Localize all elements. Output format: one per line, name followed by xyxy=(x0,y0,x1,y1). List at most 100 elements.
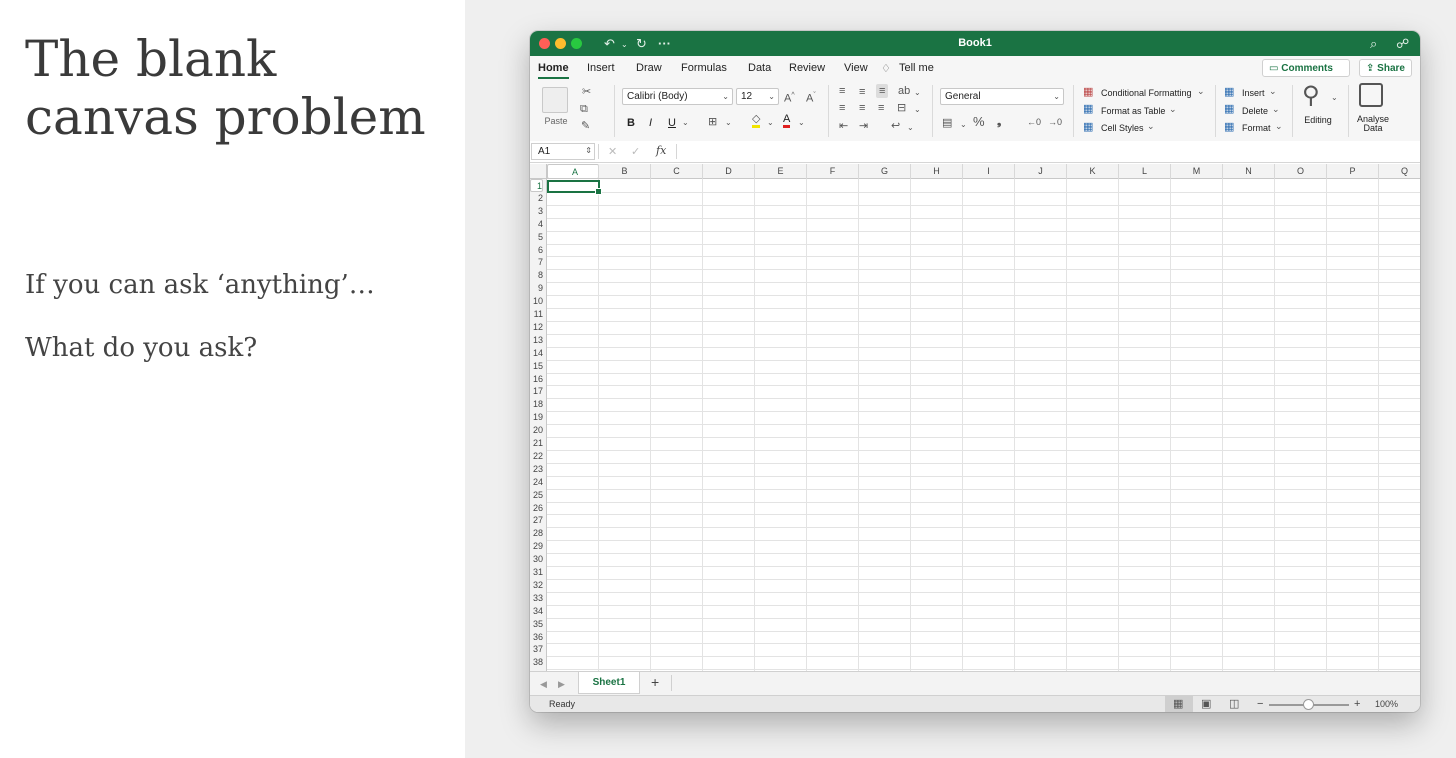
tab-formulas[interactable]: Formulas xyxy=(681,62,727,74)
column-header-h[interactable]: H xyxy=(911,164,963,179)
chevron-down-icon[interactable]: ⌄ xyxy=(1275,121,1283,132)
chevron-down-icon[interactable]: ⌄ xyxy=(1269,86,1277,97)
row-header-12[interactable]: 12 xyxy=(530,321,543,334)
next-sheet-icon[interactable]: ▶ xyxy=(558,677,565,691)
column-header-n[interactable]: N xyxy=(1223,164,1275,179)
row-header-7[interactable]: 7 xyxy=(530,256,543,269)
copy-icon[interactable]: ⧉ xyxy=(580,102,588,116)
column-header-j[interactable]: J xyxy=(1015,164,1067,179)
row-header-3[interactable]: 3 xyxy=(530,205,543,218)
page-layout-view-icon[interactable]: ▣ xyxy=(1201,697,1211,711)
row-header-33[interactable]: 33 xyxy=(530,592,543,605)
row-header-22[interactable]: 22 xyxy=(530,450,543,463)
row-header-14[interactable]: 14 xyxy=(530,347,543,360)
row-header-35[interactable]: 35 xyxy=(530,618,543,631)
row-header-31[interactable]: 31 xyxy=(530,566,543,579)
row-header-5[interactable]: 5 xyxy=(530,231,543,244)
row-header-2[interactable]: 2 xyxy=(530,192,543,205)
row-header-15[interactable]: 15 xyxy=(530,360,543,373)
borders-icon[interactable]: ⊞ xyxy=(708,115,717,129)
row-header-1[interactable]: 1 xyxy=(530,179,543,192)
row-header-34[interactable]: 34 xyxy=(530,605,543,618)
enter-icon[interactable]: ✓ xyxy=(631,145,640,159)
row-header-4[interactable]: 4 xyxy=(530,218,543,231)
column-header-m[interactable]: M xyxy=(1171,164,1223,179)
row-header-27[interactable]: 27 xyxy=(530,514,543,527)
format-as-table-button[interactable]: Format as Table xyxy=(1101,106,1165,116)
column-header-g[interactable]: G xyxy=(859,164,911,179)
cancel-icon[interactable]: ✕ xyxy=(608,145,617,159)
comma-style-button[interactable]: ❟ xyxy=(997,115,1001,129)
add-sheet-button[interactable]: + xyxy=(651,675,659,689)
chevron-down-icon[interactable]: ⌄ xyxy=(1272,104,1280,115)
conditional-formatting-button[interactable]: Conditional Formatting xyxy=(1101,88,1192,98)
font-size-dropdown[interactable]: 12 ⌄ xyxy=(736,88,779,105)
font-color-icon[interactable]: A xyxy=(783,113,791,128)
analyse-data-label[interactable]: Analyse Data xyxy=(1350,115,1396,133)
tab-review[interactable]: Review xyxy=(789,62,825,74)
align-center-icon[interactable]: ≡ xyxy=(859,101,865,115)
share-button[interactable]: ⇪ Share xyxy=(1359,59,1412,77)
increase-font-size-icon[interactable]: A^ xyxy=(784,89,795,106)
zoom-out-button[interactable]: − xyxy=(1257,698,1263,710)
orientation-icon[interactable]: ab xyxy=(898,84,910,98)
row-header-25[interactable]: 25 xyxy=(530,489,543,502)
zoom-level[interactable]: 100% xyxy=(1375,699,1398,709)
row-header-26[interactable]: 26 xyxy=(530,502,543,515)
column-header-p[interactable]: P xyxy=(1327,164,1379,179)
delete-cells-button[interactable]: Delete xyxy=(1242,106,1268,116)
chevron-down-icon[interactable]: ⌄ xyxy=(725,116,732,130)
row-header-29[interactable]: 29 xyxy=(530,540,543,553)
row-header-32[interactable]: 32 xyxy=(530,579,543,592)
decrease-font-size-icon[interactable]: Aˇ xyxy=(806,89,816,106)
column-header-d[interactable]: D xyxy=(703,164,755,179)
row-header-6[interactable]: 6 xyxy=(530,244,543,257)
row-header-19[interactable]: 19 xyxy=(530,411,543,424)
row-header-20[interactable]: 20 xyxy=(530,424,543,437)
align-middle-icon[interactable]: ≡ xyxy=(859,85,865,99)
font-name-dropdown[interactable]: Calibri (Body) ⌄ xyxy=(622,88,733,105)
format-cells-button[interactable]: Format xyxy=(1242,123,1271,133)
tab-home[interactable]: Home xyxy=(538,62,569,74)
zoom-in-button[interactable]: + xyxy=(1354,698,1360,710)
chevron-down-icon[interactable]: ⌄ xyxy=(907,121,914,135)
tab-view[interactable]: View xyxy=(844,62,868,74)
chevron-down-icon[interactable]: ⌄ xyxy=(682,116,689,130)
align-left-icon[interactable]: ≡ xyxy=(839,101,845,115)
align-top-icon[interactable]: ≡ xyxy=(839,84,845,98)
zoom-slider-thumb[interactable] xyxy=(1303,699,1314,710)
underline-button[interactable]: U xyxy=(668,116,676,130)
insert-function-button[interactable]: fx xyxy=(656,144,666,158)
row-header-24[interactable]: 24 xyxy=(530,476,543,489)
merge-center-icon[interactable]: ⊟ xyxy=(897,101,906,115)
select-all-button[interactable] xyxy=(530,164,547,179)
column-header-e[interactable]: E xyxy=(755,164,807,179)
row-header-11[interactable]: 11 xyxy=(530,308,543,321)
chevron-down-icon[interactable]: ⌄ xyxy=(798,116,805,130)
column-header-k[interactable]: K xyxy=(1067,164,1119,179)
fill-color-icon[interactable]: ◇ xyxy=(752,113,761,128)
chevron-down-icon[interactable]: ⌄ xyxy=(1331,91,1338,105)
chevron-down-icon[interactable]: ⌄ xyxy=(914,103,921,117)
bold-button[interactable]: B xyxy=(627,116,635,130)
tab-draw[interactable]: Draw xyxy=(636,62,662,74)
increase-decimal-icon[interactable]: ←0 xyxy=(1027,115,1041,129)
name-box[interactable]: A1 ⇕ xyxy=(531,143,595,160)
decrease-decimal-icon[interactable]: →0 xyxy=(1048,115,1062,129)
row-header-13[interactable]: 13 xyxy=(530,334,543,347)
share-people-icon[interactable]: ☍ xyxy=(1396,35,1409,52)
percent-style-button[interactable]: % xyxy=(973,115,985,129)
row-header-9[interactable]: 9 xyxy=(530,282,543,295)
sheet-tab-sheet1[interactable]: Sheet1 xyxy=(578,672,640,694)
row-header-37[interactable]: 37 xyxy=(530,643,543,656)
normal-view-button[interactable]: ▦ xyxy=(1165,696,1193,712)
formula-input[interactable] xyxy=(680,143,1400,160)
magnifier-icon[interactable]: ⚲ xyxy=(1302,83,1320,109)
chevron-down-icon[interactable]: ⌄ xyxy=(767,116,774,130)
row-header-18[interactable]: 18 xyxy=(530,398,543,411)
row-header-10[interactable]: 10 xyxy=(530,295,543,308)
worksheet-grid[interactable]: ABCDEFGHIJKLMNOPQ 1 2 3 4 5 6 7 8 9 10 11 12 13 14 15 1… xyxy=(530,164,1420,671)
italic-button[interactable]: I xyxy=(649,116,652,130)
number-format-dropdown[interactable]: General ⌄ xyxy=(940,88,1064,105)
column-header-b[interactable]: B xyxy=(599,164,651,179)
